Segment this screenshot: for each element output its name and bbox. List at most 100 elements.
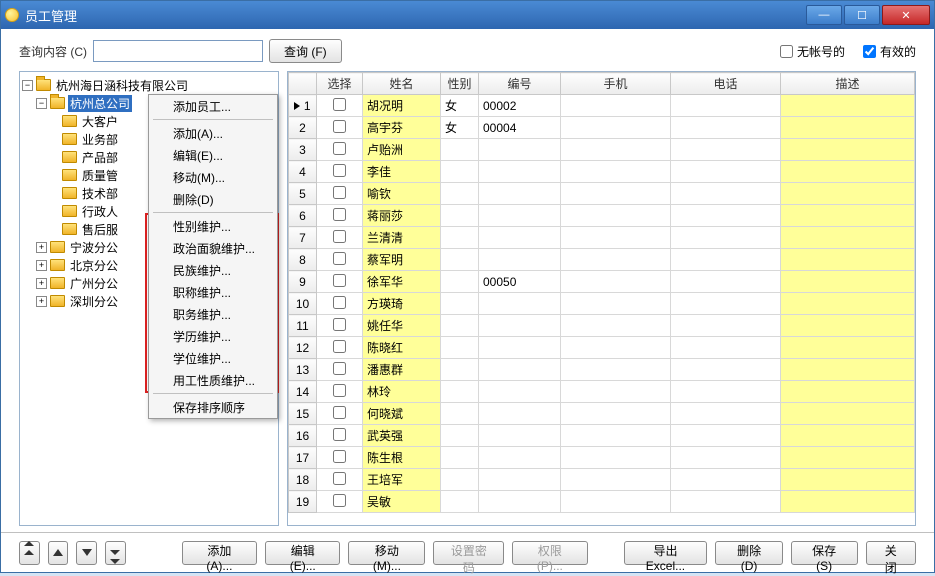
cell-phone[interactable] (671, 117, 781, 139)
cell-gender[interactable] (441, 491, 479, 513)
cell-desc[interactable] (781, 95, 915, 117)
row-checkbox[interactable] (333, 230, 346, 243)
ctx-item[interactable]: 性别维护... (149, 215, 277, 237)
no-account-box[interactable] (780, 45, 793, 58)
tree-root[interactable]: − 杭州海日涵科技有限公司 (22, 76, 276, 94)
move-down-button[interactable] (76, 541, 97, 565)
row-checkbox[interactable] (333, 274, 346, 287)
row-select-cell[interactable] (317, 315, 363, 337)
cell-name[interactable]: 卢贻洲 (363, 139, 441, 161)
row-checkbox[interactable] (333, 164, 346, 177)
cell-phone[interactable] (671, 381, 781, 403)
cell-gender[interactable] (441, 249, 479, 271)
table-row[interactable]: 4李佳 (289, 161, 915, 183)
cell-name[interactable]: 高宇芬 (363, 117, 441, 139)
expand-icon[interactable]: + (36, 296, 47, 307)
expand-icon[interactable]: + (36, 278, 47, 289)
ctx-item[interactable]: 添加(A)... (149, 122, 277, 144)
row-select-cell[interactable] (317, 403, 363, 425)
titlebar[interactable]: 员工管理 — ☐ ✕ (1, 1, 934, 29)
row-select-cell[interactable] (317, 469, 363, 491)
cell-name[interactable]: 陈生根 (363, 447, 441, 469)
row-checkbox[interactable] (333, 362, 346, 375)
cell-phone[interactable] (671, 95, 781, 117)
cell-gender[interactable] (441, 337, 479, 359)
table-row[interactable]: 16武英强 (289, 425, 915, 447)
col-id[interactable]: 编号 (479, 73, 561, 95)
cell-name[interactable]: 兰清清 (363, 227, 441, 249)
cell-mobile[interactable] (561, 359, 671, 381)
table-row[interactable]: 6蒋丽莎 (289, 205, 915, 227)
table-row[interactable]: 5喻钦 (289, 183, 915, 205)
ctx-item[interactable]: 删除(D) (149, 188, 277, 210)
cell-mobile[interactable] (561, 469, 671, 491)
cell-mobile[interactable] (561, 381, 671, 403)
cell-id[interactable] (479, 139, 561, 161)
row-select-cell[interactable] (317, 117, 363, 139)
cell-gender[interactable] (441, 425, 479, 447)
cell-gender[interactable] (441, 403, 479, 425)
cell-gender[interactable] (441, 271, 479, 293)
cell-desc[interactable] (781, 491, 915, 513)
cell-id[interactable] (479, 447, 561, 469)
row-select-cell[interactable] (317, 205, 363, 227)
table-row[interactable]: 10方瑛琦 (289, 293, 915, 315)
cell-id[interactable] (479, 381, 561, 403)
ctx-item[interactable]: 保存排序顺序 (149, 396, 277, 418)
valid-box[interactable] (863, 45, 876, 58)
row-select-cell[interactable] (317, 271, 363, 293)
move-button[interactable]: 移动 (M)... (348, 541, 425, 565)
cell-phone[interactable] (671, 403, 781, 425)
row-select-cell[interactable] (317, 183, 363, 205)
cell-id[interactable] (479, 359, 561, 381)
table-row[interactable]: 1胡况明女00002 (289, 95, 915, 117)
cell-mobile[interactable] (561, 249, 671, 271)
cell-mobile[interactable] (561, 491, 671, 513)
ctx-item[interactable]: 民族维护... (149, 259, 277, 281)
cell-desc[interactable] (781, 469, 915, 491)
employee-grid[interactable]: 选择 姓名 性别 编号 手机 电话 描述 1胡况明女000022高宇芬女0000… (288, 72, 915, 525)
cell-mobile[interactable] (561, 271, 671, 293)
cell-desc[interactable] (781, 249, 915, 271)
cell-mobile[interactable] (561, 447, 671, 469)
table-row[interactable]: 14林玲 (289, 381, 915, 403)
row-select-cell[interactable] (317, 359, 363, 381)
cell-desc[interactable] (781, 359, 915, 381)
ctx-item[interactable]: 职称维护... (149, 281, 277, 303)
cell-desc[interactable] (781, 293, 915, 315)
ctx-item[interactable]: 编辑(E)... (149, 144, 277, 166)
row-checkbox[interactable] (333, 208, 346, 221)
cell-id[interactable]: 00004 (479, 117, 561, 139)
cell-mobile[interactable] (561, 183, 671, 205)
cell-desc[interactable] (781, 139, 915, 161)
cell-desc[interactable] (781, 271, 915, 293)
permission-button[interactable]: 权限 (P)... (512, 541, 587, 565)
cell-name[interactable]: 武英强 (363, 425, 441, 447)
table-row[interactable]: 2高宇芬女00004 (289, 117, 915, 139)
cell-id[interactable] (479, 403, 561, 425)
cell-phone[interactable] (671, 447, 781, 469)
table-row[interactable]: 12陈晓红 (289, 337, 915, 359)
cell-desc[interactable] (781, 227, 915, 249)
table-row[interactable]: 7兰清清 (289, 227, 915, 249)
row-checkbox[interactable] (333, 450, 346, 463)
cell-mobile[interactable] (561, 425, 671, 447)
cell-phone[interactable] (671, 315, 781, 337)
row-select-cell[interactable] (317, 139, 363, 161)
ctx-item[interactable]: 添加员工... (149, 95, 277, 117)
row-checkbox[interactable] (333, 428, 346, 441)
cell-desc[interactable] (781, 447, 915, 469)
valid-checkbox[interactable]: 有效的 (863, 43, 916, 60)
cell-name[interactable]: 吴敏 (363, 491, 441, 513)
cell-desc[interactable] (781, 183, 915, 205)
row-checkbox[interactable] (333, 318, 346, 331)
cell-mobile[interactable] (561, 117, 671, 139)
cell-id[interactable] (479, 425, 561, 447)
table-row[interactable]: 11姚任华 (289, 315, 915, 337)
cell-name[interactable]: 林玲 (363, 381, 441, 403)
row-select-cell[interactable] (317, 249, 363, 271)
row-checkbox[interactable] (333, 186, 346, 199)
ctx-item[interactable]: 政治面貌维护... (149, 237, 277, 259)
cell-desc[interactable] (781, 381, 915, 403)
table-row[interactable]: 19吴敏 (289, 491, 915, 513)
